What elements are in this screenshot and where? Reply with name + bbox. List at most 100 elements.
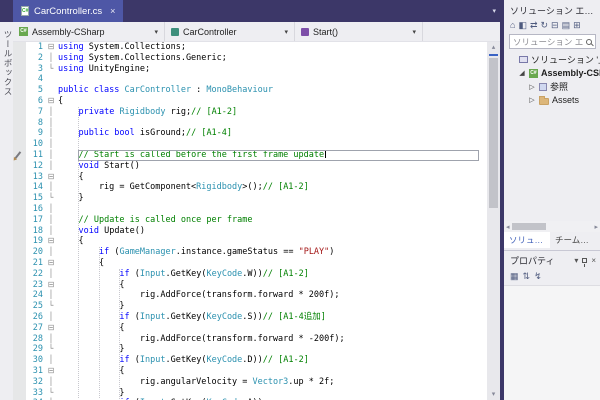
code-line-24[interactable]: 24 │ rig.AddForce(transform.forward * 200… bbox=[13, 290, 487, 302]
code-line-13[interactable]: 13 ⊟ { bbox=[13, 171, 487, 183]
pin-icon[interactable] bbox=[582, 258, 588, 267]
scroll-up-icon[interactable] bbox=[487, 42, 500, 53]
code-line-22[interactable]: 22 │ if (Input.GetKey(KeyCode.W))// [A1-2… bbox=[13, 268, 487, 280]
code-text[interactable]: rig.AddForce(transform.forward * -200f); bbox=[56, 334, 487, 345]
code-line-25[interactable]: 25 └ } bbox=[13, 301, 487, 312]
code-text[interactable]: public bool isGround;// [A1-4] bbox=[56, 128, 487, 139]
toolbox-side-tab[interactable]: ツールボックス bbox=[0, 22, 13, 400]
code-line-4[interactable]: 4 bbox=[13, 74, 487, 86]
tab-list-chevron-icon[interactable] bbox=[492, 7, 496, 15]
switch-views-icon[interactable]: ◧ bbox=[518, 20, 527, 31]
tree-item-solution[interactable]: ソリューション '上... bbox=[504, 53, 600, 67]
code-line-3[interactable]: 3 └ using UnityEngine; bbox=[13, 63, 487, 75]
scroll-right-icon[interactable] bbox=[592, 223, 600, 231]
code-line-2[interactable]: 2 │ using System.Collections.Generic; bbox=[13, 52, 487, 64]
code-line-17[interactable]: 17 │ // Update is called once per frame bbox=[13, 214, 487, 226]
sync-active-icon[interactable]: ⇄ bbox=[530, 20, 538, 31]
code-line-11[interactable]: 11 │ // Start is called before the first … bbox=[13, 149, 487, 161]
outline-collapse-icon[interactable]: ⊟ bbox=[46, 42, 56, 53]
home-icon[interactable]: ⌂ bbox=[510, 20, 515, 31]
code-text[interactable]: rig.angularVelocity = Vector3.up * 2f; bbox=[56, 377, 487, 388]
expander-expanded-icon[interactable]: ◢ bbox=[518, 69, 526, 77]
code-line-19[interactable]: 19 ⊟ { bbox=[13, 236, 487, 248]
show-all-files-icon[interactable]: ▤ bbox=[562, 20, 571, 31]
code-line-28[interactable]: 28 │ rig.AddForce(transform.forward * -20… bbox=[13, 333, 487, 345]
outline-collapse-icon[interactable]: ⊟ bbox=[46, 280, 56, 291]
code-line-27[interactable]: 27 ⊟ { bbox=[13, 322, 487, 334]
code-line-7[interactable]: 7 │ private Rigidbody rig;// [A1-2] bbox=[13, 106, 487, 118]
h-scroll-track[interactable] bbox=[511, 223, 593, 230]
code-text[interactable]: // Update is called once per frame bbox=[56, 215, 487, 226]
code-line-26[interactable]: 26 │ if (Input.GetKey(KeyCode.S))// [A1-4… bbox=[13, 311, 487, 323]
code-text[interactable]: } bbox=[56, 344, 487, 355]
code-text[interactable] bbox=[56, 139, 487, 150]
outline-collapse-icon[interactable]: ⊟ bbox=[46, 96, 56, 107]
code-text[interactable]: if (Input.GetKey(KeyCode.W))// [A1-2] bbox=[56, 269, 487, 280]
tree-horizontal-scrollbar[interactable] bbox=[504, 221, 600, 232]
code-text[interactable]: private Rigidbody rig;// [A1-2] bbox=[56, 107, 487, 118]
scroll-down-icon[interactable] bbox=[487, 389, 500, 400]
expander-collapsed-icon[interactable]: ▷ bbox=[528, 83, 536, 91]
code-line-14[interactable]: 14 │ rig = GetComponent<Rigidbody>();// [… bbox=[13, 182, 487, 194]
outline-collapse-icon[interactable]: ⊟ bbox=[46, 258, 56, 269]
code-text[interactable]: } bbox=[56, 388, 487, 399]
tree-item-assembly-csharp-project[interactable]: ◢ Assembly-CSharp bbox=[504, 67, 600, 81]
scroll-left-icon[interactable] bbox=[504, 223, 512, 231]
code-line-23[interactable]: 23 ⊟ { bbox=[13, 279, 487, 291]
solution-search-input[interactable] bbox=[513, 36, 584, 47]
code-text[interactable]: public class CarController : MonoBehavio… bbox=[56, 85, 487, 96]
code-text[interactable] bbox=[56, 74, 487, 85]
code-line-16[interactable]: 16 │ bbox=[13, 203, 487, 215]
code-text[interactable]: { bbox=[56, 323, 487, 334]
chevron-down-icon[interactable]: ▾ bbox=[574, 256, 578, 265]
code-line-31[interactable]: 31 ⊟ { bbox=[13, 365, 487, 377]
code-line-18[interactable]: 18 │ void Update() bbox=[13, 225, 487, 237]
code-line-20[interactable]: 20 │ if (GameManager.instance.gameStatus … bbox=[13, 247, 487, 258]
code-line-30[interactable]: 30 │ if (Input.GetKey(KeyCode.D))// [A1-2… bbox=[13, 355, 487, 366]
code-line-33[interactable]: 33 └ } bbox=[13, 387, 487, 399]
code-text[interactable]: using UnityEngine; bbox=[56, 64, 487, 75]
tree-item-references[interactable]: ▷ 参照 bbox=[504, 80, 600, 94]
categorized-icon[interactable]: ▦ bbox=[510, 271, 519, 282]
code-text[interactable]: rig.AddForce(transform.forward * 200f); bbox=[56, 290, 487, 301]
code-line-1[interactable]: 1 ⊟ using System.Collections; bbox=[13, 42, 487, 53]
code-text[interactable]: } bbox=[56, 193, 487, 204]
alphabetical-icon[interactable]: ⇅ bbox=[523, 271, 531, 282]
outline-collapse-icon[interactable]: ⊟ bbox=[46, 323, 56, 334]
code-text[interactable] bbox=[56, 204, 487, 215]
type-dropdown[interactable]: CarController bbox=[165, 22, 295, 41]
code-text[interactable]: { bbox=[56, 172, 487, 183]
code-text[interactable]: } bbox=[56, 301, 487, 312]
code-line-5[interactable]: 5 public class CarController : MonoBehavi… bbox=[13, 85, 487, 96]
code-text[interactable]: using System.Collections.Generic; bbox=[56, 53, 487, 64]
code-editor[interactable]: 1 ⊟ using System.Collections; 2 │ using Syste… bbox=[13, 42, 487, 400]
code-text[interactable]: // Start is called before the first fram… bbox=[56, 149, 487, 161]
properties-icon[interactable]: ⊞ bbox=[573, 20, 581, 31]
code-text[interactable]: using System.Collections; bbox=[56, 42, 487, 53]
scrollbar-thumb[interactable] bbox=[489, 58, 498, 208]
document-tab-carcontroller[interactable]: CarController.cs bbox=[13, 0, 124, 22]
code-line-10[interactable]: 10 │ bbox=[13, 139, 487, 150]
tree-item-assets[interactable]: ▷ Assets bbox=[504, 94, 600, 108]
code-text[interactable]: { bbox=[56, 96, 487, 107]
outline-collapse-icon[interactable]: ⊟ bbox=[46, 366, 56, 377]
collapse-all-icon[interactable]: ⊟ bbox=[551, 20, 559, 31]
code-text[interactable]: if (Input.GetKey(KeyCode.S))// [A1-4追加] bbox=[56, 312, 487, 323]
code-line-21[interactable]: 21 ⊟ { bbox=[13, 257, 487, 269]
code-line-8[interactable]: 8 │ bbox=[13, 117, 487, 129]
code-line-9[interactable]: 9 │ public bool isGround;// [A1-4] bbox=[13, 128, 487, 140]
tool-tab-team-explorer[interactable]: チーム エクスプローラー bbox=[550, 232, 596, 248]
events-icon[interactable]: ↯ bbox=[534, 271, 542, 282]
code-text[interactable]: { bbox=[56, 236, 487, 247]
tool-tab-solution-explorer[interactable]: ソリューション エクスプローラー bbox=[504, 232, 550, 248]
code-text[interactable]: { bbox=[56, 258, 487, 269]
code-text[interactable] bbox=[56, 118, 487, 129]
code-line-6[interactable]: 6 ⊟{ bbox=[13, 95, 487, 107]
close-tab-icon[interactable] bbox=[110, 7, 115, 16]
code-text[interactable]: rig = GetComponent<Rigidbody>();// [A1-2… bbox=[56, 182, 487, 193]
code-line-15[interactable]: 15 └ } bbox=[13, 193, 487, 204]
outline-collapse-icon[interactable]: ⊟ bbox=[46, 172, 56, 183]
solution-search-box[interactable] bbox=[509, 34, 596, 49]
code-text[interactable]: if (Input.GetKey(KeyCode.D))// [A1-2] bbox=[56, 355, 487, 366]
code-text[interactable]: { bbox=[56, 280, 487, 291]
